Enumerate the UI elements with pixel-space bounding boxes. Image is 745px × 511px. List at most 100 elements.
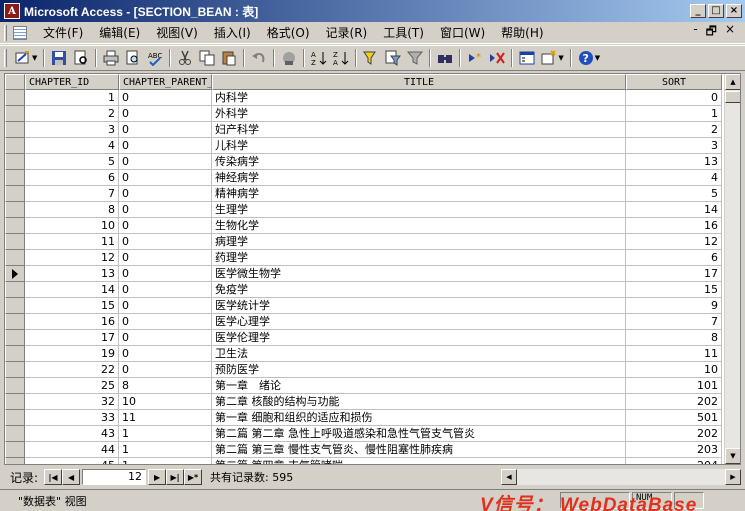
table-row[interactable]: 43 1 第二篇 第二章 急性上呼吸道感染和急性气管支气管炎 202 [5,426,722,442]
row-selector[interactable] [5,330,25,346]
cell-chapter-id[interactable]: 22 [25,362,119,378]
toolbar-options-icon[interactable]: ▼ [595,54,600,62]
cell-chapter-parent[interactable]: 0 [119,282,212,298]
cell-chapter-id[interactable]: 19 [25,346,119,362]
table-row[interactable]: 17 0 医学伦理学 8 [5,330,722,346]
row-selector[interactable] [5,394,25,410]
cell-chapter-id[interactable]: 44 [25,442,119,458]
cell-chapter-id[interactable]: 5 [25,154,119,170]
cell-title[interactable]: 精神病学 [212,186,626,202]
cell-chapter-parent[interactable]: 0 [119,138,212,154]
table-row[interactable]: 1 0 内科学 0 [5,90,722,106]
cell-title[interactable]: 神经病学 [212,170,626,186]
cell-title[interactable]: 外科学 [212,106,626,122]
menu-insert[interactable]: 插入(I) [206,24,259,41]
find-icon[interactable] [436,49,454,67]
cell-title[interactable]: 生理学 [212,202,626,218]
row-selector[interactable] [5,282,25,298]
next-record-button[interactable]: ▶ [148,469,167,485]
current-record-indicator[interactable] [5,266,25,282]
cell-chapter-id[interactable]: 17 [25,330,119,346]
cell-title[interactable]: 医学心理学 [212,314,626,330]
cell-chapter-parent[interactable]: 11 [119,410,212,426]
cell-sort[interactable]: 3 [626,138,722,154]
save-icon[interactable] [50,49,68,67]
cell-chapter-parent[interactable]: 0 [119,266,212,282]
cell-chapter-parent[interactable]: 0 [119,250,212,266]
close-button[interactable]: × [726,4,742,18]
cell-sort[interactable]: 202 [626,394,722,410]
row-selector[interactable] [5,234,25,250]
cell-chapter-parent[interactable]: 0 [119,106,212,122]
menu-file[interactable]: 文件(F) [35,24,91,41]
cell-title[interactable]: 医学统计学 [212,298,626,314]
table-row[interactable]: 44 1 第二篇 第三章 慢性支气管炎、慢性阻塞性肺疾病 203 [5,442,722,458]
row-selector[interactable] [5,298,25,314]
menu-view[interactable]: 视图(V) [148,24,206,41]
table-row[interactable]: 22 0 预防医学 10 [5,362,722,378]
cell-chapter-id[interactable]: 45 [25,458,119,464]
cell-title[interactable]: 生物化学 [212,218,626,234]
table-row[interactable]: 19 0 卫生法 11 [5,346,722,362]
cell-chapter-parent[interactable]: 1 [119,426,212,442]
cell-chapter-parent[interactable]: 0 [119,170,212,186]
column-header-chapter-parent[interactable]: CHAPTER_PARENT_ [119,74,212,90]
horizontal-scroll-track[interactable] [517,469,725,485]
cell-title[interactable]: 卫生法 [212,346,626,362]
cell-sort[interactable]: 15 [626,282,722,298]
scroll-left-icon[interactable]: ◀ [501,469,517,485]
row-selector[interactable] [5,106,25,122]
minimize-button[interactable]: _ [690,4,706,18]
table-row[interactable]: 25 8 第一章 绪论 101 [5,378,722,394]
last-record-button[interactable]: ▶| [166,469,185,485]
cell-chapter-id[interactable]: 4 [25,138,119,154]
menu-help[interactable]: 帮助(H) [493,24,551,41]
cell-chapter-parent[interactable]: 0 [119,330,212,346]
table-row[interactable]: 451第二篇 第四章 支气管哮喘204 [5,458,722,464]
cell-title[interactable]: 第一章 细胞和组织的适应和损伤 [212,410,626,426]
cell-sort[interactable]: 203 [626,442,722,458]
table-row[interactable]: 5 0 传染病学 13 [5,154,722,170]
apply-filter-icon[interactable] [406,49,424,67]
scroll-up-icon[interactable]: ▲ [725,74,740,90]
cell-sort[interactable]: 14 [626,202,722,218]
cell-title[interactable]: 第二章 核酸的结构与功能 [212,394,626,410]
cell-chapter-parent[interactable]: 0 [119,90,212,106]
new-object-icon[interactable] [540,49,558,67]
cell-chapter-parent[interactable]: 0 [119,298,212,314]
select-all-corner[interactable] [5,74,25,90]
filter-by-form-icon[interactable] [384,49,402,67]
cell-sort[interactable]: 204 [626,458,722,464]
cell-sort[interactable]: 202 [626,426,722,442]
table-row[interactable]: 33 11 第一章 细胞和组织的适应和损伤 501 [5,410,722,426]
new-record-button[interactable]: ▶* [184,469,203,485]
cell-chapter-parent[interactable]: 1 [119,442,212,458]
new-object-dropdown-icon[interactable]: ▼ [558,54,563,62]
table-row[interactable]: 3 0 妇产科学 2 [5,122,722,138]
row-selector[interactable] [5,122,25,138]
table-row[interactable]: 14 0 免疫学 15 [5,282,722,298]
cell-sort[interactable]: 16 [626,218,722,234]
print-preview-icon[interactable] [124,49,142,67]
cell-title[interactable]: 第二篇 第二章 急性上呼吸道感染和急性气管支气管炎 [212,426,626,442]
cell-chapter-parent[interactable]: 0 [119,234,212,250]
cell-title[interactable]: 药理学 [212,250,626,266]
view-dropdown-icon[interactable]: ▼ [32,54,37,62]
cell-sort[interactable]: 6 [626,250,722,266]
cell-chapter-id[interactable]: 25 [25,378,119,394]
new-record-icon[interactable]: * [466,49,484,67]
cell-sort[interactable]: 11 [626,346,722,362]
menu-grip[interactable] [4,24,7,41]
cell-chapter-id[interactable]: 7 [25,186,119,202]
horizontal-scrollbar[interactable]: ◀ ▶ [501,469,741,485]
sort-ascending-icon[interactable]: AZ [310,49,328,67]
row-selector[interactable] [5,218,25,234]
cell-title[interactable]: 内科学 [212,90,626,106]
paste-icon[interactable] [220,49,238,67]
table-row[interactable]: 10 0 生物化学 16 [5,218,722,234]
doc-restore-button[interactable]: 🗗 [706,22,717,43]
spelling-icon[interactable]: ABC [146,49,164,67]
cell-chapter-id[interactable]: 13 [25,266,119,282]
cell-sort[interactable]: 9 [626,298,722,314]
cell-chapter-id[interactable]: 15 [25,298,119,314]
